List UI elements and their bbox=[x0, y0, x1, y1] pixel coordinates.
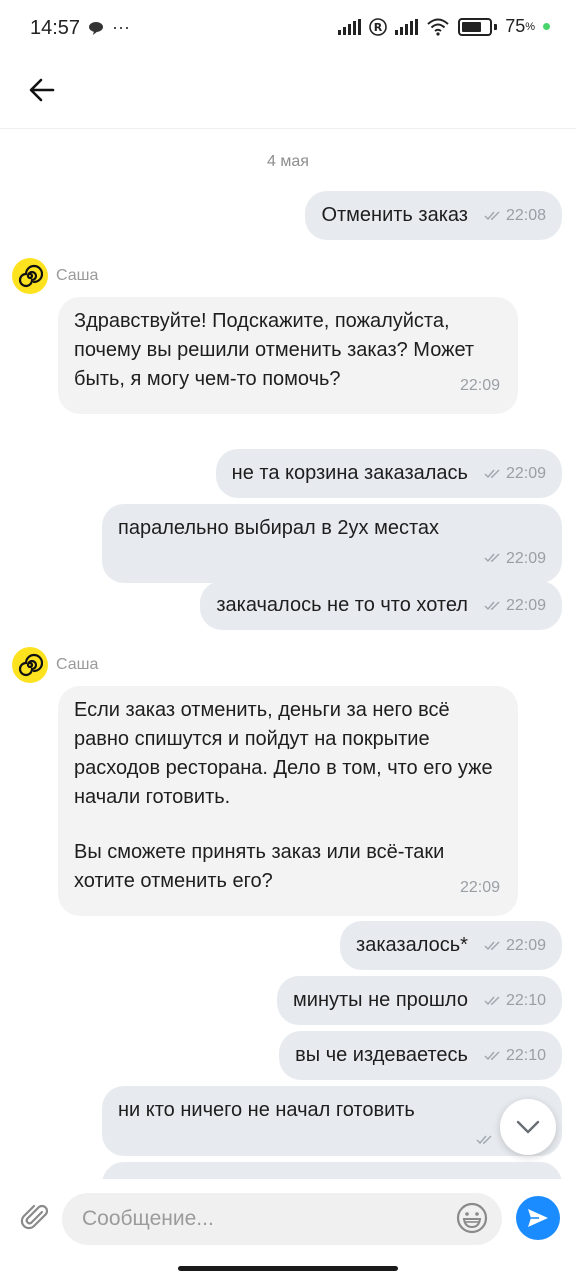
date-separator: 4 мая bbox=[267, 153, 309, 170]
chevron-down-icon bbox=[516, 1120, 540, 1134]
chat-notification-icon bbox=[89, 21, 103, 35]
message-text: ни кто ничего не начал готовить bbox=[118, 1099, 415, 1121]
message-text: закачалось не то что хотел bbox=[216, 594, 468, 616]
svg-text:R: R bbox=[374, 21, 383, 34]
sender-name: Саша bbox=[56, 267, 99, 284]
message-time: 22:08 bbox=[505, 207, 546, 224]
outgoing-message[interactable]: вы че издеваетесь 22:10 bbox=[279, 1031, 562, 1080]
back-button[interactable] bbox=[24, 72, 60, 108]
status-time: 14:57 bbox=[30, 17, 81, 39]
attach-button[interactable] bbox=[20, 1202, 50, 1239]
emoji-icon bbox=[456, 1202, 488, 1234]
message-text: Если заказ отменить, деньги за него всё … bbox=[74, 699, 493, 808]
avatar[interactable] bbox=[12, 647, 48, 683]
message-text: вы че издеваетесь bbox=[295, 1044, 468, 1066]
double-check-icon bbox=[484, 941, 500, 950]
message-time: 22:10 bbox=[505, 992, 546, 1009]
double-check-icon bbox=[484, 469, 500, 478]
incoming-message[interactable]: Если заказ отменить, деньги за него всё … bbox=[58, 686, 518, 916]
back-arrow-icon bbox=[29, 78, 55, 102]
message-text: не та корзина заказалась bbox=[231, 462, 468, 484]
emoji-button[interactable] bbox=[456, 1202, 488, 1239]
outgoing-message[interactable]: ни кто ничего не начал готовить bbox=[102, 1086, 562, 1156]
incoming-message[interactable]: Здравствуйте! Подскажите, пожалуйста, по… bbox=[58, 297, 518, 414]
outgoing-message[interactable]: Отменить заказ 22:08 bbox=[305, 191, 562, 240]
wifi-icon bbox=[427, 18, 449, 36]
message-input[interactable]: Сообщение... bbox=[62, 1193, 502, 1245]
double-check-icon bbox=[484, 996, 500, 1005]
outgoing-message[interactable]: не та корзина заказалась 22:09 bbox=[215, 449, 562, 498]
signal-2-icon bbox=[395, 18, 419, 35]
privacy-indicator bbox=[543, 23, 550, 30]
outgoing-message[interactable]: минуты не прошло 22:10 bbox=[277, 976, 562, 1025]
double-check-icon bbox=[484, 1051, 500, 1060]
battery-level: 75 bbox=[505, 16, 526, 36]
message-text: паралельно выбирал в 2ух местах bbox=[118, 517, 440, 539]
message-time: 22:09 bbox=[505, 597, 546, 614]
message-text: Отменить заказ bbox=[321, 204, 468, 226]
send-icon bbox=[528, 1209, 548, 1227]
double-check-icon bbox=[484, 553, 500, 563]
sender-name: Саша bbox=[56, 656, 99, 673]
double-check-icon bbox=[484, 601, 500, 610]
spiral-logo-icon bbox=[18, 653, 43, 677]
status-bar: 14:57 ··· R 75 % bbox=[0, 0, 576, 58]
message-time: 22:09 bbox=[505, 937, 546, 954]
signal-icon bbox=[338, 18, 362, 35]
double-check-icon bbox=[484, 211, 500, 220]
chat-area[interactable]: 4 мая Отменить заказ 22:08 Саша Здравств… bbox=[0, 129, 576, 1179]
attach-icon bbox=[20, 1204, 49, 1230]
message-text-continued: Вы сможете принять заказ или всё-таки хо… bbox=[74, 841, 445, 892]
home-indicator[interactable] bbox=[178, 1266, 398, 1271]
battery-icon bbox=[458, 17, 493, 36]
double-check-icon bbox=[476, 1135, 492, 1145]
outgoing-message[interactable]: заказалось* 22:09 bbox=[340, 921, 562, 970]
scroll-down-button[interactable] bbox=[500, 1099, 556, 1155]
spiral-logo-icon bbox=[18, 264, 43, 288]
avatar[interactable] bbox=[12, 258, 48, 294]
message-text: Здравствуйте! Подскажите, пожалуйста, по… bbox=[74, 310, 475, 390]
message-time: 22:09 bbox=[505, 549, 546, 567]
message-time: 22:10 bbox=[505, 1047, 546, 1064]
message-input-bar: Сообщение... bbox=[0, 1180, 576, 1260]
message-input-placeholder: Сообщение... bbox=[82, 1207, 214, 1230]
outgoing-message[interactable]: закачалось не то что хотел 22:09 bbox=[200, 581, 562, 630]
chat-header bbox=[0, 58, 576, 129]
outgoing-message-partial[interactable] bbox=[102, 1162, 562, 1179]
message-text: минуты не прошло bbox=[293, 989, 468, 1011]
more-notifications-icon: ··· bbox=[112, 17, 130, 37]
outgoing-message[interactable]: паралельно выбирал в 2ух местах 22:09 bbox=[102, 504, 562, 583]
message-time: 22:09 bbox=[505, 465, 546, 482]
message-time: 22:09 bbox=[459, 879, 500, 896]
send-button[interactable] bbox=[516, 1196, 560, 1240]
roaming-icon: R bbox=[369, 17, 387, 36]
message-time: 22:09 bbox=[459, 377, 500, 394]
message-text: заказалось* bbox=[356, 934, 468, 956]
